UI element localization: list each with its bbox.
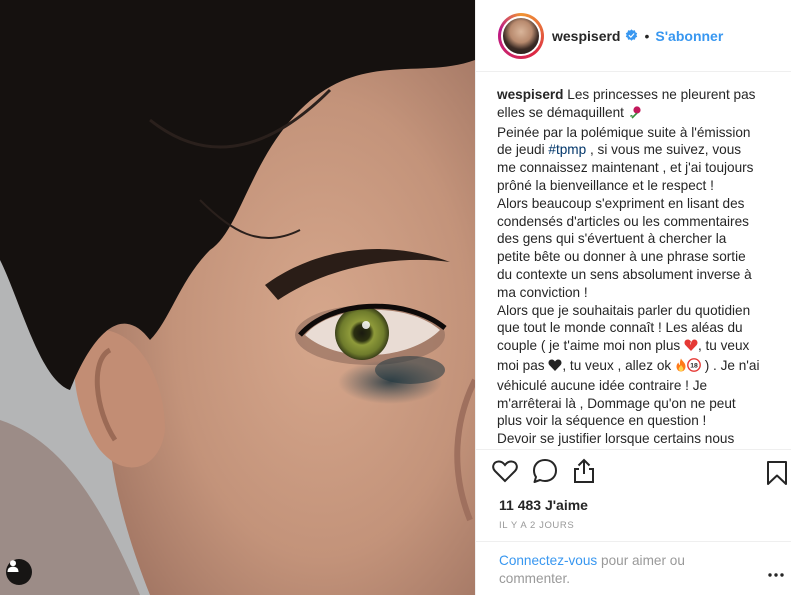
fire-emoji-icon [675,358,687,377]
caption-paragraph-4: Devoir se justifier lorsque certains nou… [497,431,735,446]
post-header: wespiserd • S'abonner [476,0,791,72]
share-icon [572,458,596,489]
header-username[interactable]: wespiserd [552,28,620,44]
comment-bubble-icon [532,458,558,489]
bookmark-icon [766,461,788,490]
photo-illustration [0,0,475,595]
instagram-post: wespiserd • S'abonner wespiserd Les prin… [0,0,791,595]
comment-login-prompt: Connectez-vous pour aimer ou commenter. [476,541,791,595]
more-options-icon[interactable] [768,564,784,582]
hashtag-link[interactable]: #tpmp [548,142,586,157]
black-heart-emoji-icon [548,359,562,377]
caption-paragraph-2: Alors beaucoup s'expriment en lisant des… [497,195,752,300]
no-under-18-emoji-icon: 18 [687,358,701,377]
heart-outline-icon [492,459,518,488]
share-button[interactable] [572,454,612,494]
broken-heart-emoji-icon [684,339,698,357]
verified-badge-icon [625,29,638,42]
avatar-story-ring[interactable] [498,12,544,59]
caption-paragraph-3c: , tu veux , allez ok [562,357,675,373]
post-actions-bar [476,449,791,497]
like-button[interactable] [492,454,532,494]
follow-button[interactable]: S'abonner [655,28,723,44]
save-button[interactable] [766,460,788,491]
post-photo[interactable] [0,0,475,595]
login-link[interactable]: Connectez-vous [499,553,597,568]
tagged-user-icon[interactable] [6,559,32,585]
post-caption: wespiserd Les princesses ne pleurent pas… [497,86,761,446]
post-side-panel: wespiserd • S'abonner wespiserd Les prin… [475,0,791,595]
likes-count[interactable]: 11 483 J'aime [499,497,588,513]
comment-button[interactable] [532,454,572,494]
rose-emoji-icon [628,105,642,124]
no-under-18-emoji-text: 18 [690,363,698,370]
post-timestamp[interactable]: IL Y A 2 JOURS [499,520,574,531]
caption-username[interactable]: wespiserd [497,87,564,102]
header-separator: • [644,27,650,44]
avatar[interactable] [501,15,541,56]
